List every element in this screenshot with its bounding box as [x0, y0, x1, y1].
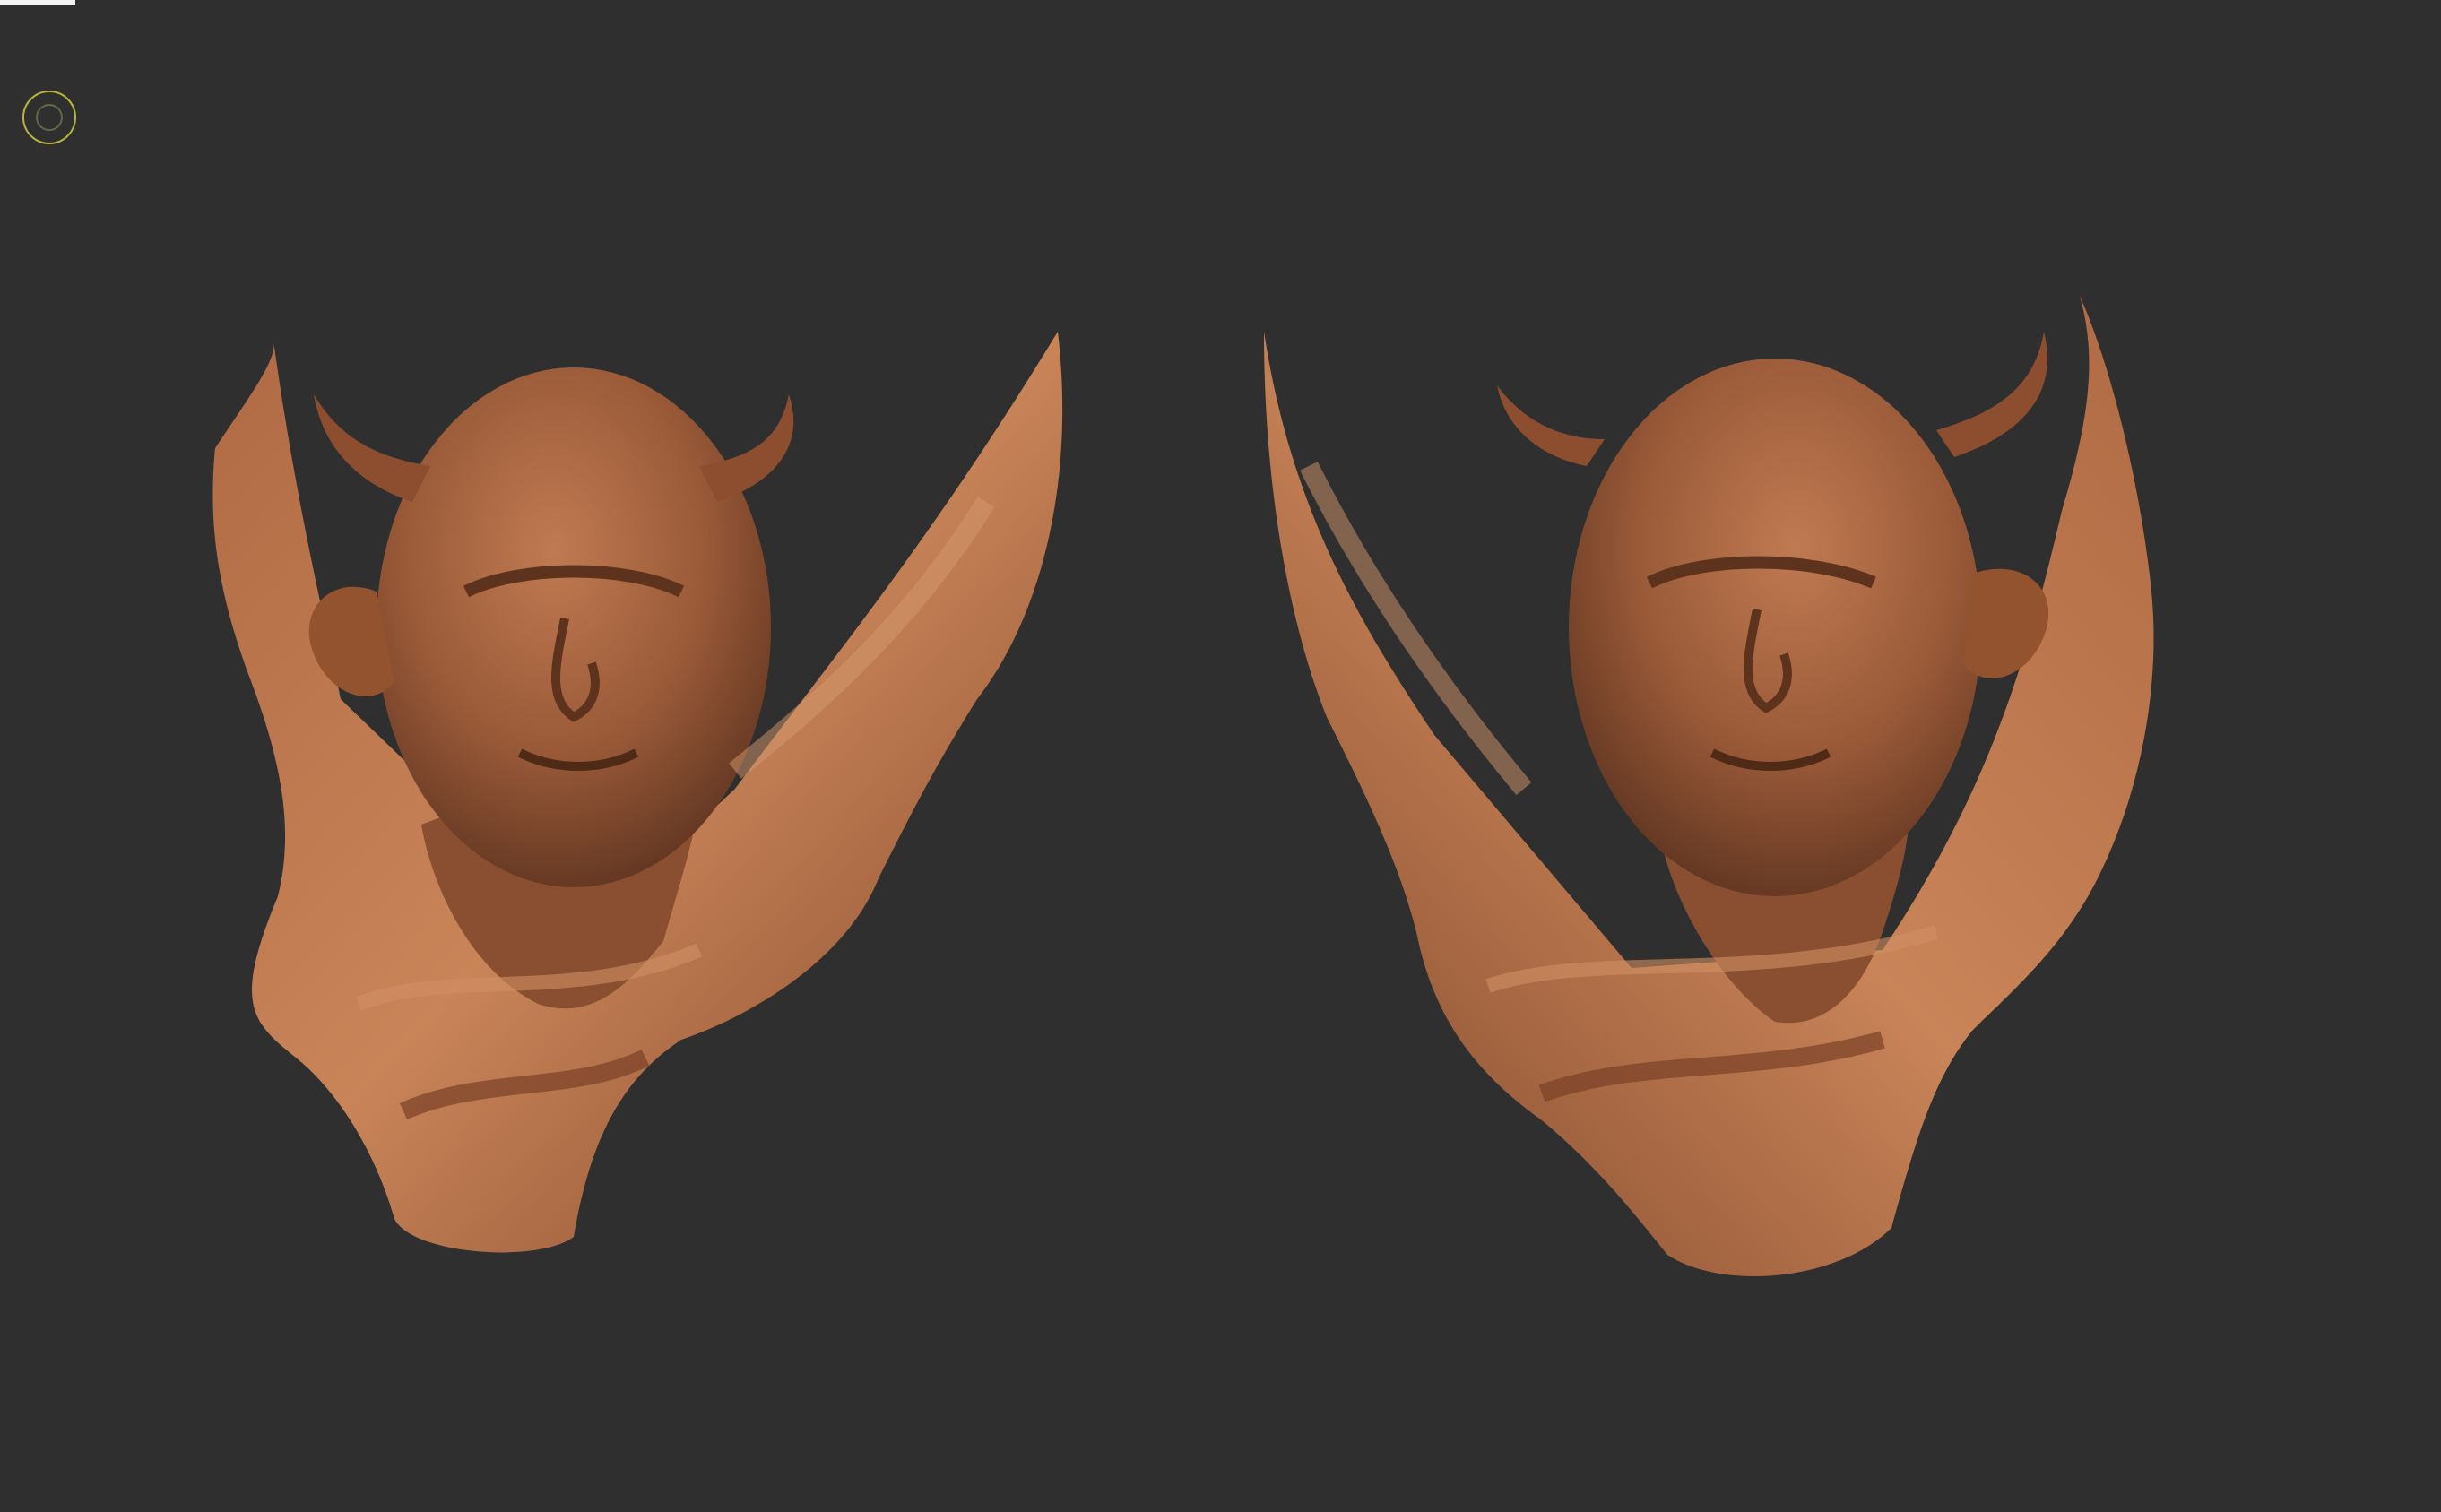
left-horn-shape	[1497, 385, 1605, 466]
demon-bust-right-model[interactable]	[1255, 287, 2205, 1300]
left-horn-shape	[314, 394, 430, 502]
right-horn-shape	[1936, 332, 2047, 457]
demon-bust-left-model[interactable]	[197, 323, 1076, 1264]
head-shape	[1569, 359, 1981, 896]
document-indicator-bar	[0, 0, 75, 5]
head-shape	[377, 367, 771, 887]
viewport-canvas[interactable]	[0, 0, 2441, 1512]
brush-cursor-icon	[22, 91, 76, 144]
